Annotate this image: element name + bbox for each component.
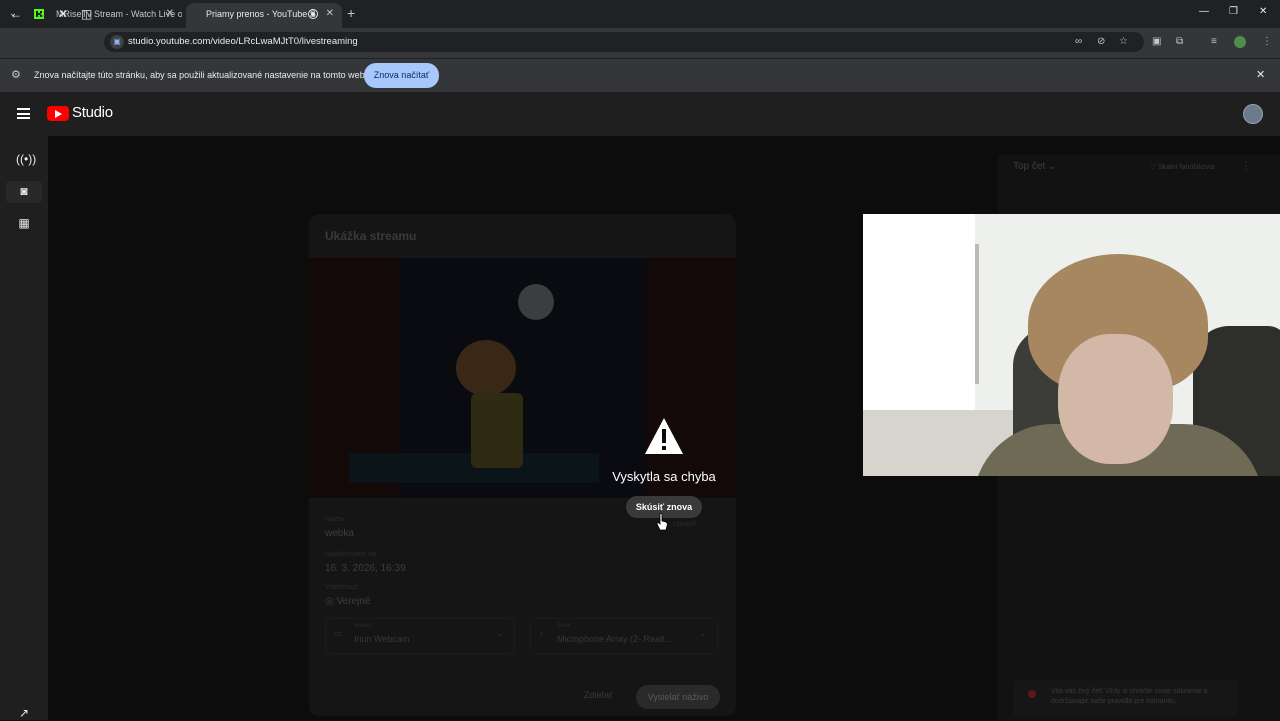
forward-arrow-icon[interactable]: → <box>34 7 46 21</box>
dialog-title: Ukážka streamu <box>325 229 417 243</box>
profile-avatar-icon[interactable] <box>1234 36 1246 48</box>
back-arrow-icon[interactable]: ← <box>10 7 22 21</box>
video-select-value: Iriun Webcam <box>354 634 410 644</box>
bookmark-star-icon[interactable]: ☆ <box>1119 36 1128 47</box>
thumbnail-moon <box>518 284 554 320</box>
thumbnail-curtain <box>646 258 736 498</box>
incognito-glasses-icon[interactable]: ∞ <box>1075 36 1082 47</box>
stop-loading-icon[interactable]: ✕ <box>58 7 68 21</box>
close-tab-icon[interactable]: ✕ <box>326 3 334 25</box>
video-camera-icon: ▭ <box>334 628 343 638</box>
address-url[interactable]: studio.youtube.com/video/LRcLwaMJtT0/liv… <box>128 36 358 47</box>
chevron-down-icon: ⌄ <box>496 628 504 638</box>
maximize-window-icon[interactable]: ❐ <box>1229 6 1238 17</box>
go-live-button[interactable]: Vysielať naživo <box>636 685 720 709</box>
audio-select-value: Microphone Array (2- Realt... <box>557 634 673 644</box>
screen-share-icon[interactable]: ▣ <box>1152 36 1161 47</box>
youtube-logo-icon[interactable] <box>47 106 69 121</box>
tab-title: Priamy prenos - YouTube S <box>206 9 316 19</box>
browser-menu-icon[interactable]: ⋮ <box>1262 36 1272 47</box>
audio-select-label: Zvuk <box>557 622 572 629</box>
chat-mode-dropdown[interactable]: Top čet ⌄ <box>1013 161 1056 172</box>
visibility-text: Verejné <box>336 596 371 607</box>
chat-more-icon[interactable]: ⋮ <box>1241 161 1251 172</box>
stream-thumbnail <box>309 258 736 498</box>
exit-arrow-icon[interactable]: ↗ <box>16 705 32 721</box>
webcam-background-window <box>863 214 975 414</box>
studio-header <box>0 92 1280 136</box>
thumbnail-character-head <box>456 340 516 396</box>
scheduled-value: 16. 3. 2026, 16:39 <box>325 563 406 574</box>
extensions-puzzle-icon[interactable]: ⧉ <box>1176 36 1183 47</box>
edit-link[interactable]: Upraviť <box>673 521 696 528</box>
chat-mode-label: Top čet <box>1013 161 1046 172</box>
webcam-camera-icon[interactable]: ◙ <box>16 183 32 199</box>
studio-brand[interactable]: Studio <box>72 104 113 121</box>
globe-icon: ◎ <box>325 596 334 607</box>
chat-filter-toggle[interactable]: ♡ Skalní fanúšikovia <box>1150 163 1215 171</box>
tracking-blocked-eye-icon[interactable]: ⊘ <box>1097 36 1105 47</box>
minimize-window-icon[interactable]: — <box>1199 6 1209 17</box>
visibility-value: ◎ Verejné <box>325 596 370 607</box>
webcam-window-frame <box>975 244 979 384</box>
scheduled-label: Naplánované na <box>325 551 376 558</box>
title-label: Názov <box>325 516 345 523</box>
manage-calendar-icon[interactable]: ▦ <box>16 215 32 231</box>
hand-cursor-icon <box>656 513 668 531</box>
media-controls-icon[interactable]: ≡ <box>1211 36 1217 47</box>
reload-button[interactable]: Znova načítať <box>364 63 439 88</box>
chat-welcome-text: Vita vás živý čet! Vždy si chráňte svoje… <box>1051 688 1208 705</box>
share-button[interactable]: Zdieľať <box>584 690 613 700</box>
hamburger-menu-icon[interactable] <box>17 108 30 119</box>
browser-tab-stream[interactable]: MRiseTv Stream - Watch Live o ✕ <box>26 3 182 28</box>
account-avatar[interactable] <box>1243 104 1263 124</box>
settings-gear-icon: ⚙ <box>11 69 21 81</box>
new-tab-icon[interactable]: + <box>347 5 355 21</box>
microphone-icon: ♪ <box>539 628 544 638</box>
recording-indicator-icon <box>308 9 318 19</box>
video-select-label: Video <box>354 622 371 629</box>
tab-title: MRiseTv Stream - Watch Live o <box>56 9 182 19</box>
youtube-logo-icon <box>1028 690 1036 698</box>
webcam-video-feed <box>863 214 1280 476</box>
stream-broadcast-icon[interactable]: ((•)) <box>16 151 36 167</box>
chat-filter-label: Skalní fanúšikovia <box>1158 164 1215 171</box>
close-infobar-icon[interactable]: ✕ <box>1256 68 1265 81</box>
thumbnail-character-body <box>471 393 523 468</box>
site-info-icon[interactable]: ▣ <box>110 35 124 49</box>
split-view-icon[interactable]: ◫ <box>81 7 92 21</box>
title-value: webka <box>325 528 354 539</box>
close-tab-icon[interactable]: ✕ <box>166 3 174 25</box>
webcam-person-face <box>1058 334 1173 464</box>
chevron-down-icon: ⌄ <box>699 628 707 638</box>
visibility-label: Viditeľnosť <box>325 584 359 591</box>
warning-triangle-icon <box>645 418 683 454</box>
infobar-message: Znova načítajte túto stránku, aby sa pou… <box>34 70 370 80</box>
browser-tab-studio-active[interactable]: Priamy prenos - YouTube S ✕ <box>186 3 342 28</box>
close-window-icon[interactable]: ✕ <box>1259 6 1267 17</box>
error-message: Vyskytla sa chyba <box>612 469 716 484</box>
